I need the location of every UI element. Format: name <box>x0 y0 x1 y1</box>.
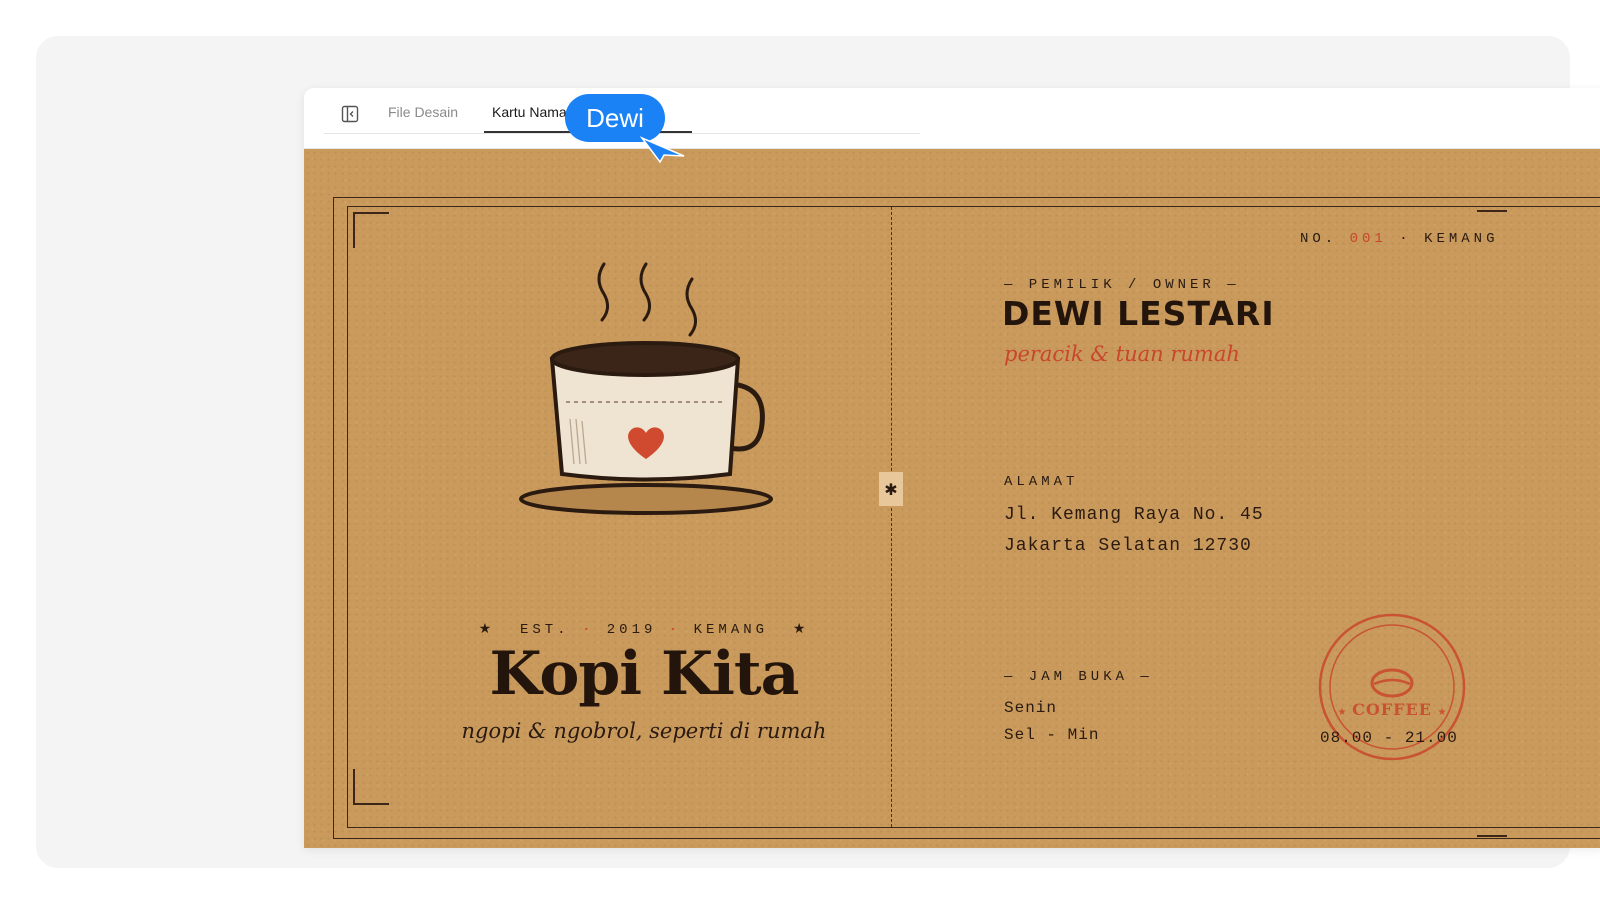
corner-ornament <box>353 212 389 248</box>
hours-label: — JAM BUKA — <box>1004 669 1153 685</box>
corner-ornament <box>1477 801 1507 837</box>
owner-name: DEWI LESTARI <box>1002 294 1275 333</box>
brand-name: Kopi Kita <box>489 639 799 709</box>
address-line: Jl. Kemang Raya No. 45 <box>1004 505 1264 525</box>
sidebar-toggle-icon[interactable] <box>338 102 362 126</box>
svg-text:★: ★ <box>1338 707 1347 718</box>
svg-text:★: ★ <box>1438 707 1447 718</box>
brand-tagline: ngopi & ngobrol, seperti di rumah <box>461 719 827 743</box>
address-label: ALAMAT <box>1004 474 1079 490</box>
established-line: ★ EST. · 2019 · KEMANG ★ <box>478 622 810 638</box>
address-line: Jakarta Selatan 12730 <box>1004 536 1252 556</box>
hours-day: Senin <box>1004 699 1058 717</box>
card-number: NO. 001 · KEMANG <box>1300 231 1499 247</box>
asterisk-icon: ✱ <box>879 472 903 506</box>
corner-ornament <box>353 769 389 805</box>
stamp-text: COFFEE <box>1352 700 1432 719</box>
owner-label: — PEMILIK / OWNER — <box>1004 277 1240 293</box>
owner-role: peracik & tuan rumah <box>1004 342 1240 366</box>
design-app-window: File Desain Kartu Nama Studio Caha... ✱ <box>304 88 1600 848</box>
perforation-line <box>891 207 892 827</box>
coffee-cup-icon <box>519 262 773 515</box>
hours-time: 08.00 - 21.00 <box>1320 729 1458 747</box>
hours-day: Sel - Min <box>1004 726 1100 744</box>
tab-file-desain[interactable]: File Desain <box>388 103 458 121</box>
tab-bar: File Desain Kartu Nama Studio Caha... <box>304 88 1600 149</box>
collaborator-cursor-icon <box>639 136 685 164</box>
design-canvas[interactable]: ✱ ★ EST. · 2019 · KEMANG ★ Kopi Kita ngo… <box>304 149 1600 848</box>
